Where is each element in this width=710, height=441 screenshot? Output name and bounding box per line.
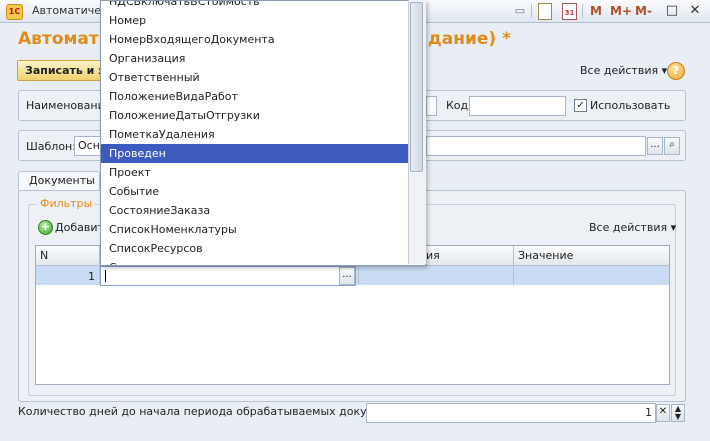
clear-icon[interactable]: ✕: [656, 404, 670, 422]
list-item[interactable]: Событие: [101, 182, 409, 201]
filters-legend: Фильтры: [37, 197, 96, 210]
column-separator: [513, 246, 514, 285]
name-field[interactable]: [426, 96, 437, 116]
add-icon[interactable]: +: [38, 220, 53, 235]
list-item[interactable]: ПоложениеВидаРабот: [101, 87, 409, 106]
column-header-comparison[interactable]: ия: [426, 249, 440, 262]
window-title: Автоматичес: [32, 4, 108, 17]
list-item[interactable]: СостояниеЗаказа: [101, 201, 409, 220]
memory-button[interactable]: M: [590, 3, 602, 19]
close-icon[interactable]: ✕: [687, 3, 703, 19]
name-label: Наименование: [26, 99, 112, 112]
save-and-close-button[interactable]: Записать и з: [17, 60, 105, 81]
column-header-value[interactable]: Значение: [518, 249, 573, 262]
template-select-button[interactable]: ...: [647, 137, 663, 155]
list-item[interactable]: Организация: [101, 49, 409, 68]
template-field-rest[interactable]: [426, 136, 646, 156]
row-field-select-button[interactable]: ...: [339, 267, 355, 285]
days-before-period-field[interactable]: 1: [366, 403, 656, 423]
toolbar-separator: [582, 4, 583, 18]
dropdown-scrollbar-thumb[interactable]: [410, 2, 423, 172]
list-item[interactable]: НомерВходящегоДокумента: [101, 30, 409, 49]
code-field[interactable]: [469, 96, 566, 116]
list-item[interactable]: Ссылка: [101, 258, 409, 265]
list-item[interactable]: ПоложениеДатыОтгрузки: [101, 106, 409, 125]
document-icon[interactable]: ▭: [512, 3, 528, 19]
column-header-n[interactable]: N: [40, 249, 48, 262]
toolbar-separator: [531, 4, 532, 18]
calendar-icon[interactable]: 31: [562, 3, 577, 20]
list-item[interactable]: Ответственный: [101, 68, 409, 87]
list-item[interactable]: ПометкаУдаления: [101, 125, 409, 144]
row-field-input[interactable]: [100, 266, 356, 286]
tab-documents[interactable]: Документы: [18, 171, 100, 191]
list-item-selected[interactable]: Проведен: [101, 144, 409, 163]
list-item[interactable]: Проект: [101, 163, 409, 182]
days-before-period-label: Количество дней до начала периода обраба…: [18, 405, 413, 418]
maximize-icon[interactable]: □: [664, 3, 680, 19]
help-icon[interactable]: ?: [667, 62, 685, 80]
form-title: Автомати: [18, 29, 111, 49]
memory-plus-button[interactable]: M+: [610, 3, 632, 19]
add-filter-button[interactable]: Добавит: [55, 221, 104, 234]
template-label: Шаблон:: [26, 140, 76, 153]
list-item[interactable]: НДСВключатьВСтоимость: [101, 1, 409, 11]
filters-all-actions-menu[interactable]: Все действия ▾: [589, 221, 676, 234]
row-number: 1: [88, 270, 95, 283]
field-dropdown-list[interactable]: НДСВключатьВСтоимость Номер НомерВходяще…: [100, 0, 426, 266]
use-label: Использовать: [590, 99, 671, 112]
use-checkbox[interactable]: ✓: [574, 99, 587, 112]
text-cursor: [105, 270, 106, 282]
code-label: Код:: [446, 99, 472, 112]
template-open-icon[interactable]: ⌕: [664, 137, 680, 155]
calculator-icon[interactable]: [538, 3, 552, 20]
all-actions-menu[interactable]: Все действия ▾: [580, 64, 667, 77]
form-title-suffix: дание) *: [428, 29, 511, 49]
spinner-icon[interactable]: ▲ ▼: [671, 404, 685, 422]
list-item[interactable]: СписокНоменклатуры: [101, 220, 409, 239]
app-logo-icon: 1С: [6, 4, 23, 20]
list-item[interactable]: СписокРесурсов: [101, 239, 409, 258]
list-item[interactable]: Номер: [101, 11, 409, 30]
memory-minus-button[interactable]: M-: [635, 3, 652, 19]
